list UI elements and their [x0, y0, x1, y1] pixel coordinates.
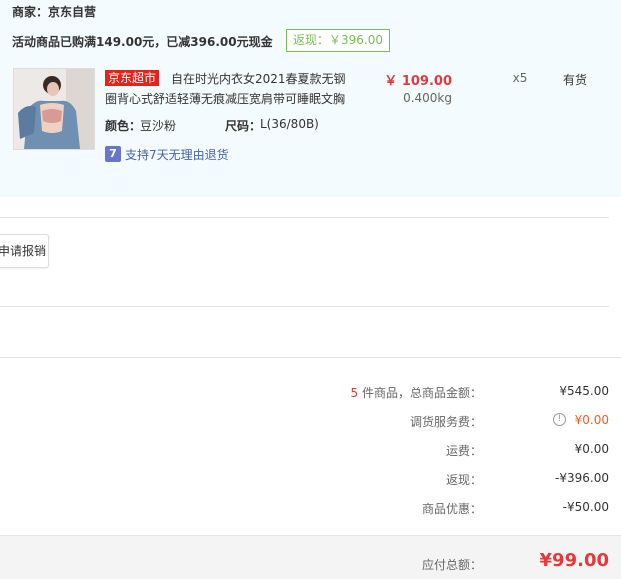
- divider: [0, 357, 621, 358]
- product-thumbnail[interactable]: [13, 68, 95, 150]
- merchant-name: 商家：京东自营: [12, 5, 97, 19]
- color-value: 豆沙粉: [140, 119, 177, 133]
- product-photo-icon: [14, 69, 94, 149]
- return-policy-link[interactable]: 支持7天无理由退货: [125, 146, 229, 163]
- shipping-value: ¥0.00: [574, 442, 609, 456]
- size-label: 尺码：: [225, 119, 262, 133]
- product-title-line1[interactable]: 自在时光内衣女2021春夏款无钢: [171, 70, 346, 87]
- discount-label: 商品优惠：: [421, 502, 482, 516]
- discount-value: -¥50.00: [562, 500, 609, 514]
- product-price: ￥ 109.00: [384, 74, 452, 89]
- service-fee-value: ¥0.00: [574, 413, 609, 427]
- reimburse-button[interactable]: 申请报销: [0, 234, 49, 268]
- service-fee-label: 调货服务费：: [409, 415, 482, 429]
- goods-total-value: ¥545.00: [559, 384, 609, 398]
- product-title-line2[interactable]: 圈背心式舒适轻薄无痕减压宽肩带可睡眠文胸: [105, 90, 345, 107]
- shipping-label: 运费：: [445, 444, 482, 458]
- seven-day-return-icon: 7: [105, 146, 121, 162]
- color-label: 颜色：: [105, 119, 142, 133]
- goods-count-label: 5 件商品，总商品金额：: [300, 384, 482, 401]
- cashback-label: 返现：: [445, 473, 482, 487]
- goods-total-label: 件商品，总商品金额：: [358, 386, 482, 400]
- jd-supermarket-tag: 京东超市: [105, 70, 160, 86]
- product-quantity: x5: [512, 71, 528, 85]
- divider: [0, 217, 609, 218]
- promo-text: 活动商品已购满149.00元，已减396.00元现金: [12, 35, 273, 49]
- payable-label: 应付总额：: [421, 558, 482, 572]
- divider: [0, 306, 609, 307]
- stock-status: 有货: [562, 73, 587, 87]
- payable-total: ¥99.00: [539, 550, 609, 571]
- cashback-badge: 返现：￥396.00: [286, 29, 390, 52]
- cashback-value: -¥396.00: [555, 471, 609, 485]
- size-value: L(36/80B): [260, 117, 319, 131]
- product-weight: 0.400kg: [403, 91, 452, 105]
